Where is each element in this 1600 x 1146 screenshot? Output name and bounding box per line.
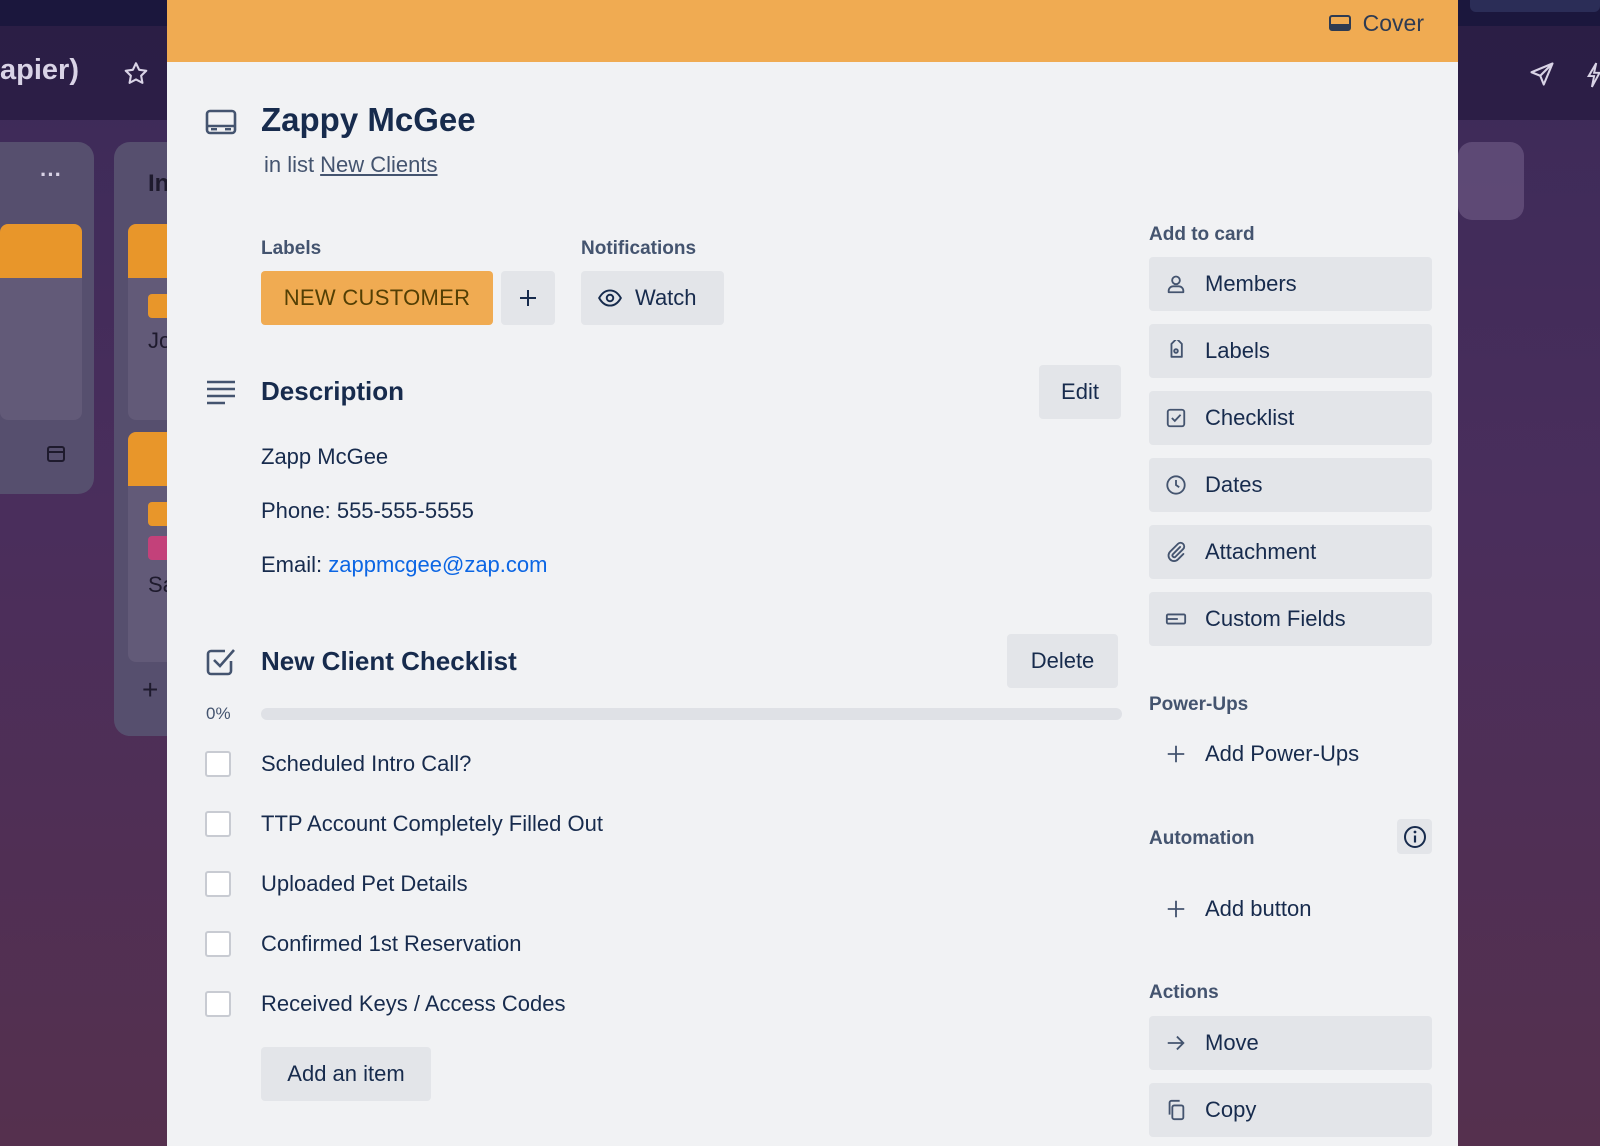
star-icon[interactable] — [122, 60, 150, 88]
bolt-icon[interactable] — [1586, 62, 1600, 88]
dates-button[interactable]: Dates — [1149, 458, 1432, 512]
checklist-button[interactable]: Checklist — [1149, 391, 1432, 445]
delete-checklist-button[interactable]: Delete — [1007, 634, 1118, 688]
info-icon — [1403, 825, 1426, 848]
plus-icon — [520, 290, 536, 306]
attachment-label: Attachment — [1205, 539, 1317, 564]
add-to-card-heading: Add to card — [1149, 224, 1255, 245]
edit-description-button[interactable]: Edit — [1039, 365, 1121, 419]
card-cover — [167, 0, 1458, 62]
label-chip-new-customer[interactable]: NEW CUSTOMER — [261, 271, 493, 325]
ghost-card[interactable] — [0, 224, 82, 420]
board-list-column: ··· — [0, 142, 94, 494]
automation-heading: Automation — [1149, 828, 1255, 849]
checklist-heading[interactable]: New Client Checklist — [261, 646, 517, 677]
checklist-item[interactable]: Scheduled Intro Call? — [205, 744, 1105, 784]
checklist-item-checkbox[interactable] — [205, 991, 231, 1017]
notifications-heading: Notifications — [581, 238, 697, 259]
move-label: Move — [1205, 1030, 1259, 1055]
watch-label: Watch — [635, 285, 697, 310]
plus-icon — [1167, 745, 1185, 763]
cover-button[interactable]: Cover — [1328, 8, 1424, 38]
checkbox-icon — [1166, 408, 1186, 428]
eye-icon — [598, 289, 622, 307]
members-label: Members — [1205, 271, 1297, 296]
cover-label: Cover — [1362, 9, 1424, 36]
in-list-prefix: in list — [264, 152, 315, 177]
tag-icon — [1170, 340, 1183, 358]
add-powerups-button[interactable]: Add Power-Ups — [1149, 727, 1432, 781]
send-icon[interactable] — [1528, 60, 1556, 88]
add-button-label: Add button — [1205, 896, 1312, 921]
labels-heading: Labels — [261, 238, 322, 259]
card-template-icon[interactable] — [44, 442, 68, 466]
email-prefix: Email: — [261, 552, 323, 577]
list-menu-button[interactable]: ··· — [40, 162, 62, 188]
card-title[interactable]: Zappy McGee — [261, 101, 476, 139]
checklist-item-checkbox[interactable] — [205, 871, 231, 897]
card-detail-modal: Cover Zappy McGee in list New Clients Lab… — [167, 0, 1458, 1146]
description-email-line: Email: zappmcgee@zap.com — [261, 552, 547, 578]
powerups-heading: Power-Ups — [1149, 694, 1249, 715]
add-button-button[interactable]: Add button — [1149, 882, 1432, 936]
watch-button[interactable]: Watch — [581, 271, 724, 325]
move-button[interactable]: Move — [1149, 1016, 1432, 1070]
checklist-item-checkbox[interactable] — [205, 751, 231, 777]
cover-icon — [1328, 15, 1351, 31]
checklist-item-text[interactable]: Received Keys / Access Codes — [261, 991, 565, 1017]
paperclip-icon — [1167, 541, 1186, 562]
checklist-icon — [206, 649, 235, 676]
custom-fields-button[interactable]: Custom Fields — [1149, 592, 1432, 646]
checklist-progress-bar — [261, 708, 1122, 720]
custom-fields-label: Custom Fields — [1205, 606, 1346, 631]
add-list-ghost[interactable] — [1458, 142, 1524, 220]
description-name-line: Zapp McGee — [261, 444, 389, 469]
automation-info-button[interactable] — [1397, 819, 1432, 854]
checklist-progress-percent: 0% — [206, 704, 231, 723]
arrow-right-icon — [1167, 1035, 1185, 1051]
checklist-item[interactable]: Uploaded Pet Details — [205, 864, 1105, 904]
copy-button[interactable]: Copy — [1149, 1083, 1432, 1137]
members-button[interactable]: Members — [1149, 257, 1432, 311]
description-heading: Description — [261, 376, 405, 406]
actions-heading: Actions — [1149, 982, 1219, 1003]
add-powerups-label: Add Power-Ups — [1205, 741, 1360, 766]
board-title[interactable]: apier) — [0, 54, 79, 87]
header-button-ghost[interactable] — [1470, 0, 1600, 12]
description-phone-line: Phone: 555-555-5555 — [261, 498, 474, 523]
in-list-caption: in list New Clients — [264, 152, 438, 178]
labels-label: Labels — [1205, 338, 1270, 363]
checklist-item-checkbox[interactable] — [205, 811, 231, 837]
add-card-plus[interactable]: + — [142, 674, 158, 706]
add-label-button[interactable] — [501, 271, 555, 325]
copy-icon — [1168, 1099, 1185, 1121]
checklist-label: Checklist — [1205, 405, 1295, 430]
checklist-item-text[interactable]: TTP Account Completely Filled Out — [261, 811, 603, 837]
description-icon — [207, 380, 235, 405]
attachment-button[interactable]: Attachment — [1149, 525, 1432, 579]
checklist-item[interactable]: Received Keys / Access Codes — [205, 984, 1105, 1024]
fields-icon — [1165, 613, 1187, 625]
checklist-item-text[interactable]: Uploaded Pet Details — [261, 871, 468, 897]
card-icon — [205, 109, 237, 135]
copy-label: Copy — [1205, 1097, 1257, 1122]
add-checklist-item-button[interactable]: Add an item — [261, 1047, 431, 1101]
checklist-item-text[interactable]: Scheduled Intro Call? — [261, 751, 471, 777]
list-link[interactable]: New Clients — [320, 152, 437, 177]
person-icon — [1167, 275, 1185, 294]
clock-icon — [1166, 475, 1186, 495]
dates-label: Dates — [1205, 472, 1263, 497]
plus-icon — [1167, 900, 1185, 918]
checklist-item[interactable]: TTP Account Completely Filled Out — [205, 804, 1105, 844]
checklist-item-checkbox[interactable] — [205, 931, 231, 957]
checklist-item[interactable]: Confirmed 1st Reservation — [205, 924, 1105, 964]
checklist-item-text[interactable]: Confirmed 1st Reservation — [261, 931, 521, 957]
email-link[interactable]: zappmcgee@zap.com — [328, 552, 547, 577]
labels-button[interactable]: Labels — [1149, 324, 1432, 378]
